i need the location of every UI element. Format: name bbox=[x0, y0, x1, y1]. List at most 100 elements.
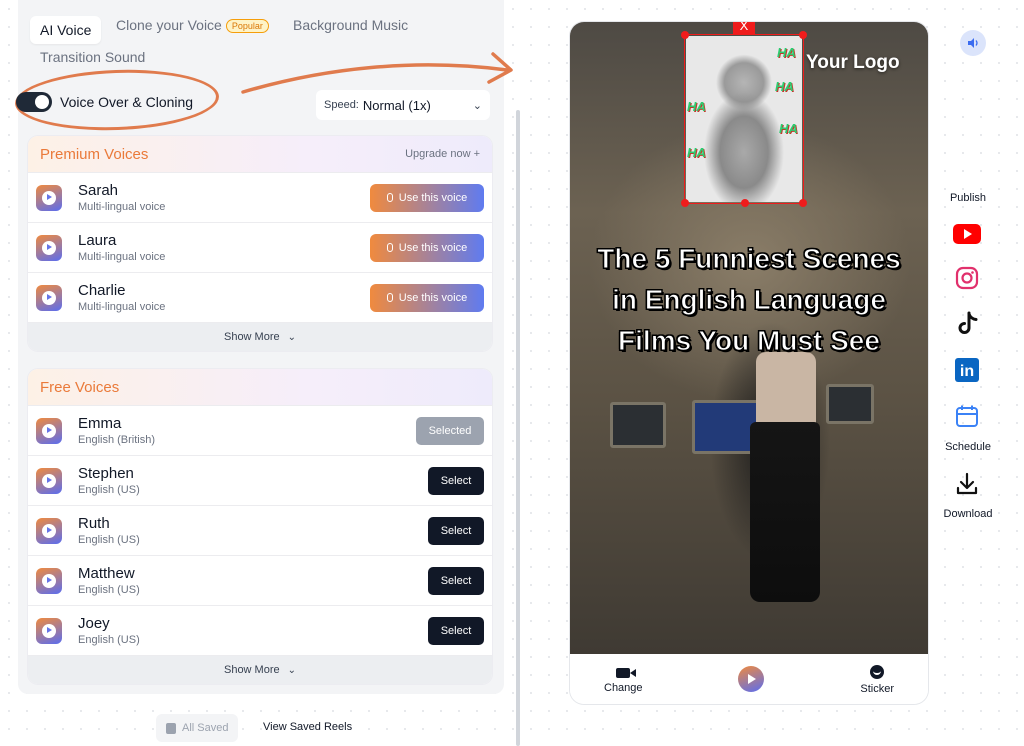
voice-row-joey: Joey English (US) Select bbox=[28, 605, 492, 655]
panel-scrollbar[interactable] bbox=[516, 110, 520, 746]
speaker-icon bbox=[968, 38, 978, 48]
tiktok-icon[interactable] bbox=[956, 311, 980, 337]
change-video-button[interactable]: Change bbox=[604, 664, 643, 694]
voice-name: Stephen bbox=[78, 464, 134, 482]
free-voices-section: Free Voices Emma English (British) Selec… bbox=[28, 369, 492, 684]
voice-name: Laura bbox=[78, 231, 117, 249]
voice-name: Ruth bbox=[78, 514, 110, 532]
background-monitor bbox=[826, 384, 874, 424]
tab-transition-sound[interactable]: Transition Sound bbox=[40, 49, 145, 65]
sticker-selection-box[interactable]: HA HA HA HA HA bbox=[681, 31, 807, 207]
play-icon bbox=[42, 190, 56, 205]
person-figure bbox=[756, 352, 816, 432]
person-legs bbox=[750, 422, 820, 602]
youtube-icon[interactable] bbox=[953, 224, 981, 244]
upgrade-link[interactable]: Upgrade now + bbox=[405, 148, 480, 160]
voice-name: Joey bbox=[78, 614, 110, 632]
speed-label: Speed: bbox=[324, 99, 359, 111]
voice-row-charlie: Charlie Multi-lingual voice Use this voi… bbox=[28, 272, 492, 322]
voice-desc: English (US) bbox=[78, 533, 140, 546]
voice-row-emma: Emma English (British) Selected bbox=[28, 405, 492, 455]
tab-background-music[interactable]: Background Music bbox=[293, 17, 408, 33]
free-show-more-button[interactable]: Show More ⌄ bbox=[28, 655, 492, 684]
resize-handle[interactable] bbox=[741, 199, 749, 207]
ha-text: HA bbox=[687, 145, 706, 160]
play-icon bbox=[42, 523, 56, 538]
chevron-down-icon: ⌄ bbox=[287, 331, 297, 343]
popular-badge: Popular bbox=[225, 19, 269, 34]
voice-desc: English (British) bbox=[78, 433, 156, 446]
instagram-icon[interactable] bbox=[955, 266, 979, 290]
select-button[interactable]: Select bbox=[428, 516, 484, 545]
voice-row-matthew: Matthew English (US) Select bbox=[28, 555, 492, 605]
resize-handle[interactable] bbox=[681, 31, 689, 39]
calendar-icon[interactable] bbox=[955, 404, 979, 428]
chevron-down-icon: ⌄ bbox=[287, 664, 297, 676]
chevron-down-icon: ⌄ bbox=[472, 99, 482, 112]
play-preview-button[interactable] bbox=[36, 417, 62, 444]
premium-voices-header: Premium Voices Upgrade now + bbox=[28, 136, 492, 172]
premium-show-more-button[interactable]: Show More ⌄ bbox=[28, 322, 492, 351]
free-voices-header: Free Voices bbox=[28, 369, 492, 405]
download-label[interactable]: Download bbox=[933, 508, 1003, 520]
video-caption[interactable]: The 5 Funniest Scenes in English Languag… bbox=[584, 238, 914, 361]
play-preview-button[interactable] bbox=[36, 617, 62, 644]
resize-handle[interactable] bbox=[799, 199, 807, 207]
linkedin-icon[interactable]: in bbox=[955, 358, 979, 382]
play-preview-button[interactable] bbox=[36, 234, 62, 261]
play-preview-button[interactable] bbox=[36, 517, 62, 544]
voice-desc: Multi-lingual voice bbox=[78, 250, 166, 263]
play-icon bbox=[42, 240, 56, 255]
voice-desc: Multi-lingual voice bbox=[78, 200, 166, 213]
use-voice-button[interactable]: Use this voice bbox=[370, 183, 484, 212]
voice-name: Sarah bbox=[78, 181, 119, 199]
play-icon bbox=[42, 473, 56, 488]
voice-desc: English (US) bbox=[78, 483, 140, 496]
voice-name: Charlie bbox=[78, 281, 126, 299]
free-voices-title: Free Voices bbox=[40, 378, 120, 396]
play-preview-button[interactable] bbox=[36, 184, 62, 211]
voiceover-toggle[interactable] bbox=[16, 92, 52, 112]
play-preview-button[interactable] bbox=[36, 284, 62, 311]
selected-button[interactable]: Selected bbox=[416, 416, 484, 445]
remove-sticker-button[interactable]: X bbox=[733, 22, 755, 34]
voice-desc: English (US) bbox=[78, 633, 140, 646]
publish-label: Publish bbox=[949, 192, 987, 204]
play-preview-button[interactable] bbox=[36, 467, 62, 494]
ha-text: HA bbox=[687, 99, 706, 114]
play-preview-button[interactable] bbox=[36, 567, 62, 594]
select-button[interactable]: Select bbox=[428, 466, 484, 495]
voice-desc: English (US) bbox=[78, 583, 140, 596]
view-saved-reels-link[interactable]: View Saved Reels bbox=[263, 721, 352, 733]
voice-row-laura: Laura Multi-lingual voice Use this voice bbox=[28, 222, 492, 272]
play-video-button[interactable] bbox=[738, 666, 765, 692]
voice-row-ruth: Ruth English (US) Select bbox=[28, 505, 492, 555]
logo-placeholder[interactable]: Your Logo bbox=[806, 52, 900, 74]
schedule-label[interactable]: Schedule bbox=[933, 441, 1003, 453]
sticker-button[interactable]: Sticker bbox=[860, 663, 894, 695]
resize-handle[interactable] bbox=[681, 199, 689, 207]
speed-select[interactable]: Speed: Normal (1x) ⌄ bbox=[316, 90, 490, 120]
premium-voices-section: Premium Voices Upgrade now + Sarah Multi… bbox=[28, 136, 492, 351]
select-button[interactable]: Select bbox=[428, 616, 484, 645]
download-icon[interactable] bbox=[955, 472, 979, 496]
use-voice-button[interactable]: Use this voice bbox=[370, 283, 484, 312]
resize-handle[interactable] bbox=[799, 31, 807, 39]
background-monitor bbox=[610, 402, 666, 448]
microphone-icon bbox=[386, 193, 393, 202]
microphone-icon bbox=[386, 293, 393, 302]
use-voice-button[interactable]: Use this voice bbox=[370, 233, 484, 262]
voiceover-toggle-row[interactable]: Voice Over & Cloning bbox=[16, 92, 193, 112]
tab-clone-voice[interactable]: Clone your Voice Popular bbox=[116, 17, 269, 34]
voice-row-sarah: Sarah Multi-lingual voice Use this voice bbox=[28, 172, 492, 222]
voice-desc: Multi-lingual voice bbox=[78, 300, 166, 313]
speaker-button[interactable] bbox=[960, 30, 986, 56]
ha-text: HA bbox=[777, 45, 796, 60]
tab-ai-voice[interactable]: AI Voice bbox=[30, 16, 102, 44]
voice-row-stephen: Stephen English (US) Select bbox=[28, 455, 492, 505]
video-preview: HA HA HA HA HA X Your Logo The 5 Funnies… bbox=[570, 22, 928, 704]
premium-voices-title: Premium Voices bbox=[40, 145, 149, 163]
cat-sticker bbox=[686, 36, 802, 202]
select-button[interactable]: Select bbox=[428, 566, 484, 595]
sticker-icon bbox=[870, 665, 885, 679]
